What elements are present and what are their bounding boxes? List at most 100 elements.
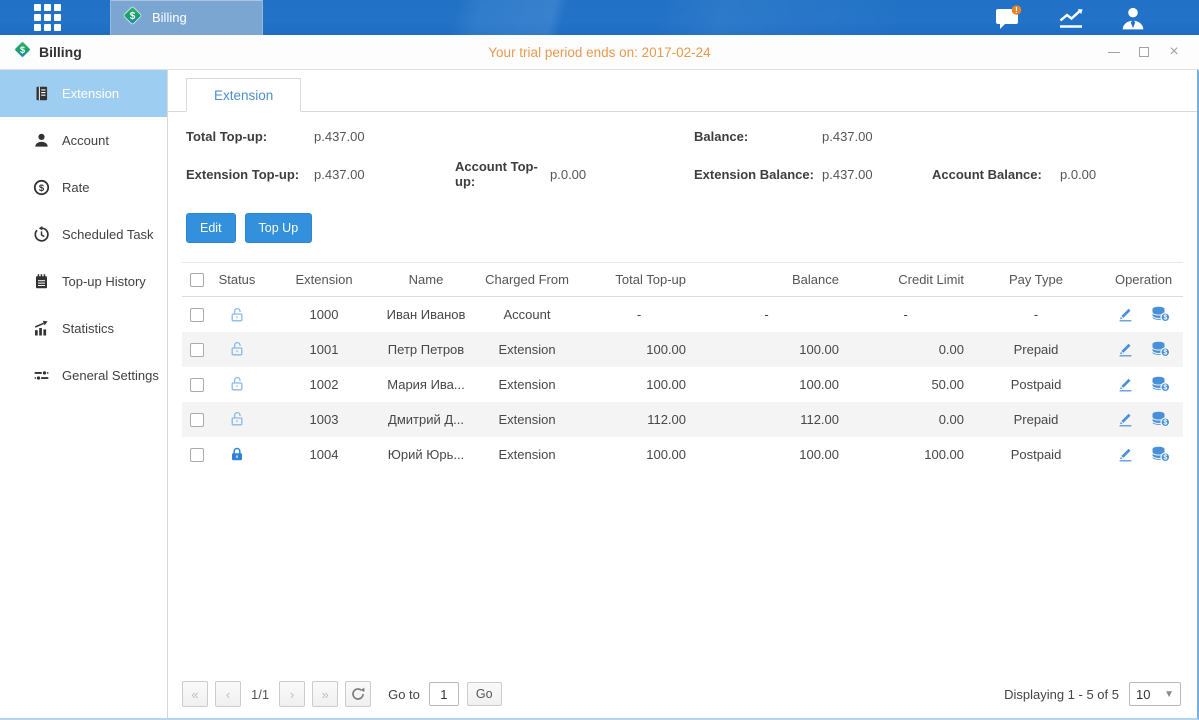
maximize-button[interactable] [1135, 43, 1153, 61]
lock-open-icon[interactable] [229, 307, 245, 323]
lock-open-icon[interactable] [229, 376, 245, 392]
lock-closed-icon[interactable] [229, 446, 245, 462]
cell-charged-from: Extension [466, 332, 588, 367]
cell-total-topup: 112.00 [588, 402, 690, 437]
svg-text:$: $ [1163, 315, 1167, 322]
sidebar-item-general-settings[interactable]: General Settings [0, 352, 167, 399]
topup-icon[interactable]: $ [1151, 411, 1170, 427]
last-page-button[interactable]: » [312, 681, 338, 707]
next-page-button[interactable]: › [279, 681, 305, 707]
edit-icon[interactable] [1117, 376, 1134, 392]
topup-icon[interactable]: $ [1151, 306, 1170, 322]
history-icon [32, 226, 50, 244]
sidebar-item-top-up-history[interactable]: Top-up History [0, 258, 167, 305]
account-balance-value: p.0.00 [1060, 167, 1197, 182]
edit-icon[interactable] [1117, 306, 1134, 322]
column-header-extension: Extension [262, 263, 386, 297]
taskbar: $ Billing ! [0, 0, 1199, 35]
sidebar-item-rate[interactable]: $ Rate [0, 164, 167, 211]
go-button[interactable]: Go [467, 682, 502, 706]
row-checkbox[interactable] [190, 343, 204, 357]
lock-open-icon[interactable] [229, 411, 245, 427]
svg-text:$: $ [1163, 385, 1167, 392]
cell-charged-from: Extension [466, 402, 588, 437]
cell-total-topup: 100.00 [588, 437, 690, 472]
row-checkbox[interactable] [190, 413, 204, 427]
refresh-button[interactable] [345, 681, 371, 707]
minimize-button[interactable] [1105, 43, 1123, 61]
column-header-operation: Operation [1104, 263, 1183, 297]
content: Extension Total Top-up: p.437.00 Balance… [168, 70, 1197, 718]
row-checkbox[interactable] [190, 448, 204, 462]
topup-icon[interactable]: $ [1151, 341, 1170, 357]
cell-pay-type: Prepaid [968, 402, 1104, 437]
balance-label: Balance: [694, 129, 822, 144]
account-topup-label: Account Top-up: [455, 159, 550, 189]
svg-text:$: $ [1163, 350, 1167, 357]
extension-balance-label: Extension Balance: [694, 167, 822, 182]
sidebar-item-label: Scheduled Task [62, 227, 154, 242]
topup-icon[interactable]: $ [1151, 376, 1170, 392]
cell-balance: 112.00 [690, 402, 843, 437]
cell-extension: 1001 [262, 332, 386, 367]
table-row-1004: 1004Юрий Юрь...Extension100.00100.00100.… [182, 437, 1183, 472]
edit-icon[interactable] [1117, 411, 1134, 427]
row-checkbox[interactable] [190, 378, 204, 392]
page-indicator: 1/1 [251, 687, 269, 702]
page-size-select[interactable]: 10 ▼ [1129, 682, 1181, 706]
cell-name: Юрий Юрь... [386, 437, 466, 472]
cell-balance: - [690, 297, 843, 332]
billing-diamond-icon: $ [122, 5, 143, 31]
sidebar-item-statistics[interactable]: Statistics [0, 305, 167, 352]
topup-button[interactable]: Top Up [245, 213, 313, 243]
column-header-select[interactable] [182, 263, 212, 297]
extension-topup-value: p.437.00 [314, 167, 455, 182]
taskbar-app-tab-billing[interactable]: $ Billing [110, 0, 263, 35]
svg-text:$: $ [38, 183, 44, 194]
svg-text:$: $ [130, 11, 136, 22]
column-header-total-top-up: Total Top-up [588, 263, 690, 297]
cell-name: Мария Ива... [386, 367, 466, 402]
column-header-status: Status [212, 263, 262, 297]
displaying-text: Displaying 1 - 5 of 5 [1004, 687, 1119, 702]
lock-open-icon[interactable] [229, 341, 245, 357]
app-grid-icon[interactable] [34, 4, 68, 31]
cell-total-topup: 100.00 [588, 367, 690, 402]
tabstrip: Extension [168, 70, 1197, 112]
cell-extension: 1004 [262, 437, 386, 472]
chevron-down-icon: ▼ [1164, 689, 1174, 700]
sidebar-item-scheduled-task[interactable]: Scheduled Task [0, 211, 167, 258]
cell-credit-limit: - [843, 297, 968, 332]
sidebar-item-label: General Settings [62, 368, 159, 383]
cell-extension: 1000 [262, 297, 386, 332]
column-header-name: Name [386, 263, 466, 297]
close-button[interactable]: × [1165, 43, 1183, 61]
sidebar-item-account[interactable]: Account [0, 117, 167, 164]
cell-balance: 100.00 [690, 367, 843, 402]
select-all-checkbox[interactable] [190, 273, 204, 287]
edit-icon[interactable] [1117, 446, 1134, 462]
sidebar-item-extension[interactable]: Extension [0, 70, 167, 117]
column-header-charged-from: Charged From [466, 263, 588, 297]
edit-icon[interactable] [1117, 341, 1134, 357]
cell-credit-limit: 50.00 [843, 367, 968, 402]
messages-icon[interactable]: ! [995, 5, 1023, 31]
account-topup-value: p.0.00 [550, 167, 694, 182]
cell-extension: 1002 [262, 367, 386, 402]
prev-page-button[interactable]: ‹ [215, 681, 241, 707]
sidebar-item-label: Rate [62, 180, 89, 195]
column-header-pay-type: Pay Type [968, 263, 1104, 297]
row-checkbox[interactable] [190, 308, 204, 322]
goto-page-input[interactable] [429, 682, 459, 706]
tab-extension[interactable]: Extension [186, 78, 301, 112]
cell-credit-limit: 100.00 [843, 437, 968, 472]
cell-balance: 100.00 [690, 437, 843, 472]
reports-chart-icon[interactable] [1057, 5, 1085, 31]
first-page-button[interactable]: « [182, 681, 208, 707]
extension-topup-label: Extension Top-up: [186, 167, 314, 182]
edit-button[interactable]: Edit [186, 213, 236, 243]
account-user-icon[interactable] [1119, 5, 1147, 31]
topup-icon[interactable]: $ [1151, 446, 1170, 462]
svg-text:$: $ [1163, 420, 1167, 427]
trial-notice: Your trial period ends on: 2017-02-24 [0, 45, 1199, 60]
